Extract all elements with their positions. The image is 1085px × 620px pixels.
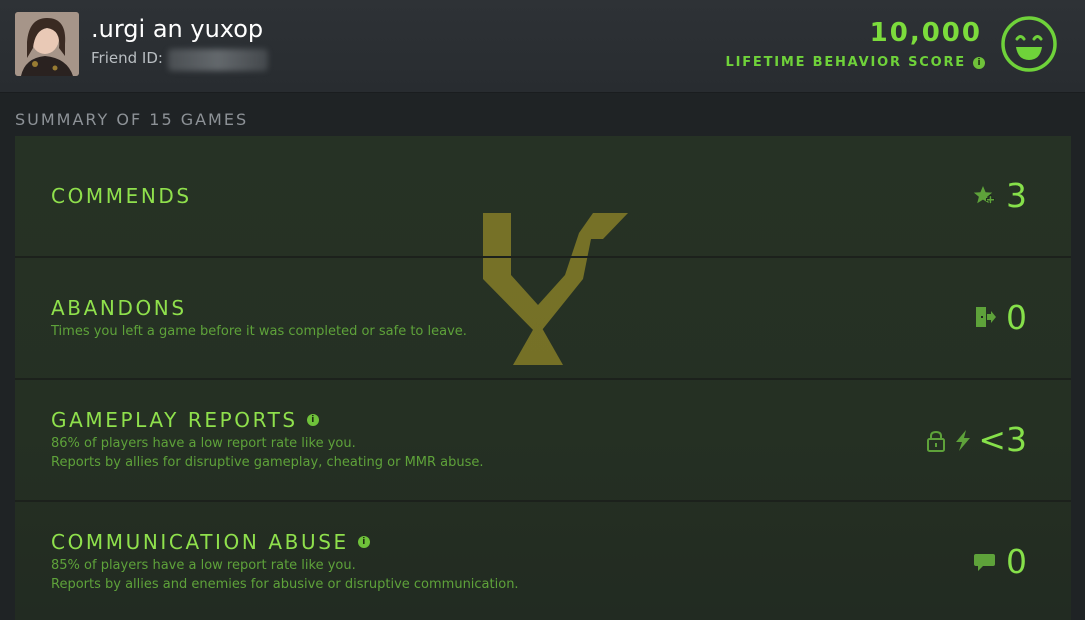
abandons-row: ABANDONS Times you left a game before it… xyxy=(15,258,1071,380)
gameplay-reports-title: GAMEPLAY REPORTS xyxy=(51,408,298,432)
commends-row: COMMENDS 3 xyxy=(15,136,1071,258)
description-line: Reports by allies and enemies for abusiv… xyxy=(51,577,519,592)
communication-abuse-value: 0 xyxy=(1006,542,1027,581)
description-line: Reports by allies for disruptive gamepla… xyxy=(51,455,484,470)
row-title: COMMENDS xyxy=(51,184,192,208)
lock-icon xyxy=(927,430,945,452)
exit-door-icon xyxy=(976,307,996,327)
communication-abuse-title: COMMUNICATION ABUSE xyxy=(51,530,349,554)
abandons-value: 0 xyxy=(1006,298,1027,337)
profile-header: .urgi an yuxop Friend ID: 10,000 LIFETIM… xyxy=(0,0,1085,93)
avatar-image xyxy=(15,12,79,76)
gameplay-reports-value: <3 xyxy=(978,420,1027,459)
row-title: ABANDONS xyxy=(51,296,187,320)
commends-title: COMMENDS xyxy=(51,184,192,208)
lightning-icon xyxy=(956,430,970,451)
behavior-score-label-text: LIFETIME BEHAVIOR SCORE xyxy=(725,55,966,70)
behavior-score-label: LIFETIME BEHAVIOR SCORE i xyxy=(725,55,985,70)
behavior-score-value: 10,000 xyxy=(869,18,982,48)
player-name: .urgi an yuxop xyxy=(91,15,264,43)
info-icon[interactable]: i xyxy=(973,56,985,69)
info-icon[interactable]: i xyxy=(357,536,370,548)
description-line: 85% of players have a low report rate li… xyxy=(51,558,356,573)
gameplay-reports-row: GAMEPLAY REPORTS i 86% of players have a… xyxy=(15,380,1071,502)
info-icon[interactable]: i xyxy=(306,414,319,426)
friend-id-label: Friend ID: xyxy=(91,49,163,67)
gameplay-reports-description: 86% of players have a low report rate li… xyxy=(51,434,484,472)
description-line: 86% of players have a low report rate li… xyxy=(51,436,356,451)
summary-title: SUMMARY OF 15 GAMES xyxy=(15,110,249,129)
abandons-title: ABANDONS xyxy=(51,296,187,320)
communication-abuse-description: 85% of players have a low report rate li… xyxy=(51,556,519,594)
summary-panel: COMMENDS 3 ABANDONS Times you left a gam… xyxy=(15,136,1071,620)
friend-id-value-redacted xyxy=(168,49,268,71)
abandons-description: Times you left a game before it was comp… xyxy=(51,324,467,339)
communication-abuse-row: COMMUNICATION ABUSE i 85% of players hav… xyxy=(15,502,1071,620)
star-plus-icon xyxy=(973,186,995,204)
commends-value: 3 xyxy=(1006,176,1027,215)
row-title: COMMUNICATION ABUSE i xyxy=(51,530,370,554)
avatar[interactable] xyxy=(15,12,79,76)
row-title: GAMEPLAY REPORTS i xyxy=(51,408,319,432)
smiley-face-icon xyxy=(1001,16,1057,72)
chat-bubble-icon xyxy=(974,554,995,571)
